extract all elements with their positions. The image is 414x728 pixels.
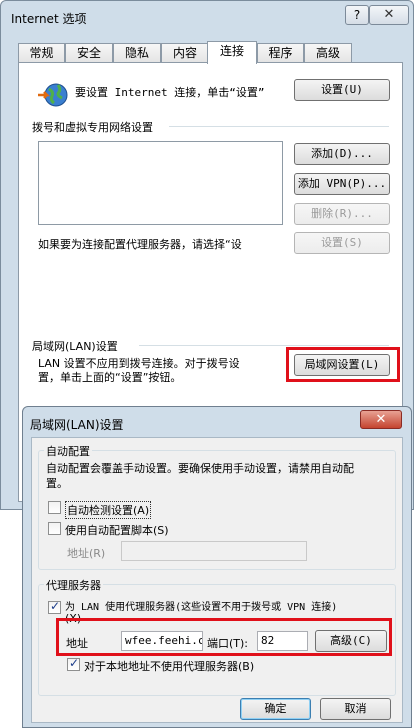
script-address-field[interactable] [121, 541, 307, 561]
setup-button[interactable]: 设置(U) [294, 79, 390, 101]
dialup-separator [169, 126, 389, 127]
tab-advanced[interactable]: 高级 [304, 43, 352, 63]
window-title: Internet 选项 [11, 12, 87, 26]
use-proxy-checkbox[interactable] [48, 599, 61, 614]
add-vpn-button[interactable]: 添加 VPN(P)... [294, 173, 390, 195]
network-globe-icon [38, 83, 68, 107]
dialog-title: 局域网(LAN)设置 [30, 418, 124, 432]
use-script-label[interactable]: 使用自动配置脚本(S) [65, 522, 169, 538]
auto-detect-label[interactable]: 自动检测设置(A) [65, 501, 152, 519]
auto-config-heading: 自动配置 [44, 443, 92, 459]
bypass-local-label[interactable]: 对于本地地址不使用代理服务器(B) [84, 658, 254, 674]
cancel-button[interactable]: 取消 [320, 698, 391, 720]
add-button[interactable]: 添加(D)... [294, 143, 390, 165]
lan-separator [139, 345, 389, 346]
script-address-label: 地址(R) [67, 547, 106, 560]
use-proxy-label-line1[interactable]: 为 LAN 使用代理服务器(这些设置不用于拨号或 VPN 连接) [65, 598, 337, 613]
help-button[interactable]: ? [345, 5, 369, 25]
proxy-row-highlight [56, 618, 392, 656]
dialog-close-button[interactable]: ✕ [360, 410, 402, 429]
lan-description-line2: 置，单击上面的“设置”按钮。 [38, 371, 182, 384]
tab-general[interactable]: 常规 [18, 43, 65, 63]
connection-settings-button[interactable]: 设置(S) [294, 232, 390, 254]
ok-button[interactable]: 确定 [240, 698, 311, 720]
close-button[interactable]: ✕ [369, 5, 409, 25]
proxy-hint-text: 如果要为连接配置代理服务器，请选择“设 [38, 238, 242, 251]
tab-privacy[interactable]: 隐私 [113, 43, 161, 63]
auto-config-desc-line2: 置。 [46, 477, 68, 490]
remove-button[interactable]: 删除(R)... [294, 203, 390, 225]
lan-button-highlight [286, 347, 400, 382]
bypass-local-checkbox[interactable] [67, 656, 80, 671]
auto-config-desc-line1: 自动配置会覆盖手动设置。要确保使用手动设置，请禁用自动配 [46, 462, 354, 475]
lan-settings-dialog: 局域网(LAN)设置 ✕ 自动配置 自动配置会覆盖手动设置。要确保使用手动设置，… [22, 406, 412, 728]
use-script-checkbox[interactable] [48, 522, 61, 535]
auto-detect-checkbox[interactable] [48, 501, 61, 514]
lan-heading: 局域网(LAN)设置 [32, 340, 118, 353]
proxy-heading: 代理服务器 [44, 577, 103, 593]
tab-programs[interactable]: 程序 [257, 43, 304, 63]
tab-connections[interactable]: 连接 [207, 41, 257, 64]
setup-description: 要设置 Internet 连接，单击“设置” [75, 86, 265, 99]
tab-content[interactable]: 内容 [161, 43, 209, 63]
dialog-body: 自动配置 自动配置会覆盖手动设置。要确保使用手动设置，请禁用自动配 置。 自动检… [31, 437, 403, 723]
connection-list[interactable] [38, 141, 283, 225]
dialup-heading: 拨号和虚拟专用网络设置 [32, 121, 153, 134]
tab-security[interactable]: 安全 [65, 43, 113, 63]
